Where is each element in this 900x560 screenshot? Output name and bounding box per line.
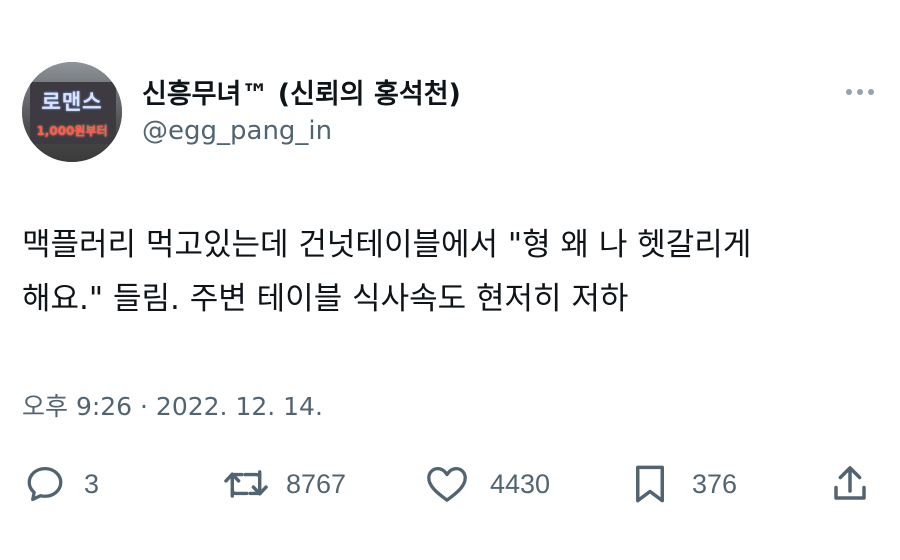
- display-name[interactable]: 신흥무녀™ (신뢰의 홍석천): [142, 72, 461, 111]
- heart-icon: [427, 466, 467, 502]
- more-dots-icon: [868, 89, 874, 95]
- like-button[interactable]: 4430: [424, 462, 550, 506]
- bookmark-button[interactable]: 376: [632, 462, 737, 506]
- tweet-action-bar: 3 8767 4430 376: [0, 462, 900, 506]
- more-dots-icon: [857, 89, 863, 95]
- bookmark-icon: [636, 465, 664, 503]
- tweet-text-line: 맥플러리 먹고있는데 건넛테이블에서 "형 왜 나 헷갈리게: [22, 227, 752, 263]
- avatar-sign-subtitle: 1,000원부터: [36, 124, 108, 138]
- avatar-sign-title: 로맨스: [41, 90, 103, 114]
- share-upload-icon: [834, 466, 866, 500]
- share-button[interactable]: [830, 462, 870, 506]
- reply-count: 3: [84, 468, 100, 499]
- bookmark-count: 376: [692, 468, 738, 499]
- tweet-timestamp[interactable]: 오후 9:26 · 2022. 12. 14.: [22, 387, 323, 423]
- tweet-text: 맥플러리 먹고있는데 건넛테이블에서 "형 왜 나 헷갈리게 해요." 들림. …: [22, 218, 872, 326]
- reply-bubble-icon: [27, 466, 63, 502]
- more-options-button[interactable]: [838, 80, 882, 104]
- user-handle[interactable]: @egg_pang_in: [142, 116, 332, 146]
- retweet-button[interactable]: 8767: [222, 462, 346, 506]
- reply-button[interactable]: 3: [24, 462, 99, 506]
- more-dots-icon: [846, 89, 852, 95]
- tweet-text-line: 해요." 들림. 주변 테이블 식사속도 현저히 저하: [22, 281, 629, 317]
- retweet-icon: [224, 470, 268, 498]
- like-count: 4430: [490, 468, 551, 499]
- retweet-count: 8767: [286, 468, 347, 499]
- avatar[interactable]: 로맨스 1,000원부터: [22, 62, 122, 162]
